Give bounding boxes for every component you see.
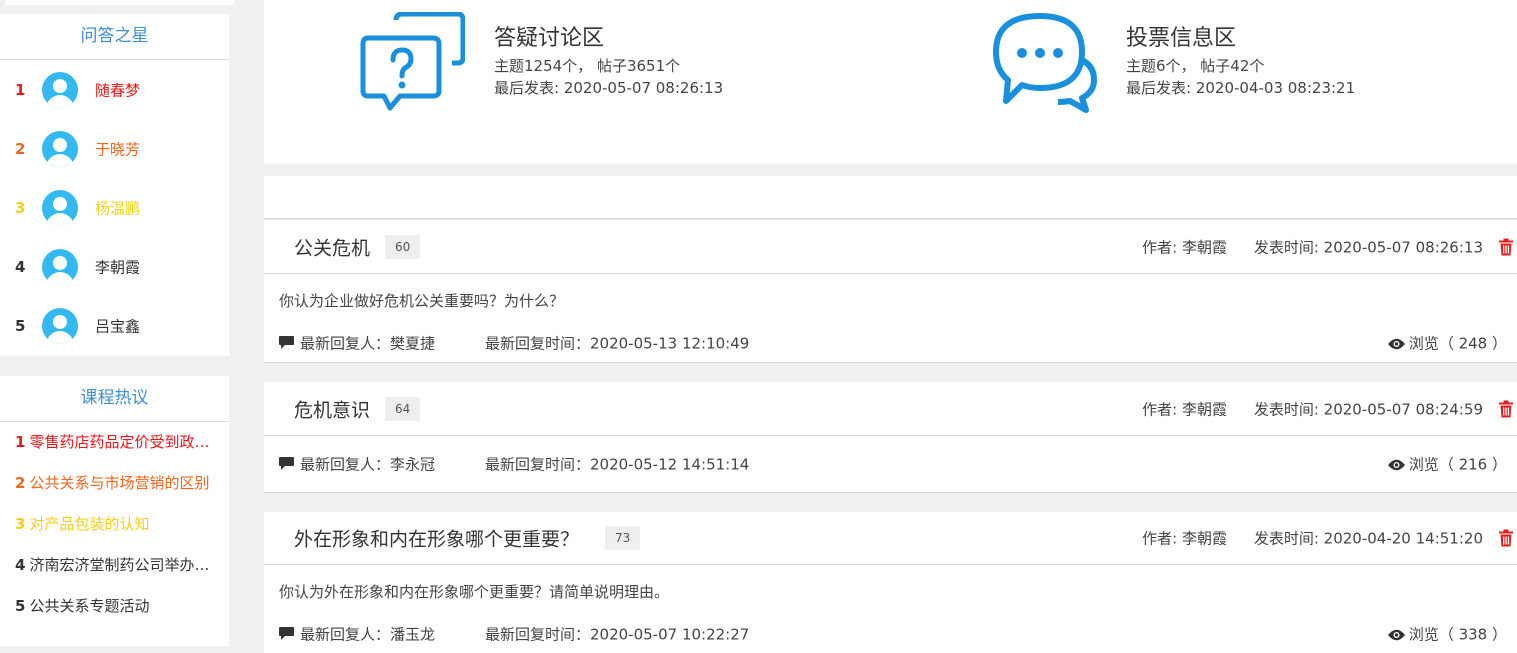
question-bubbles-icon bbox=[360, 12, 465, 111]
view-count: 浏览（ 248 ） bbox=[1387, 333, 1507, 354]
hot-topic-title[interactable]: 对产品包装的认知 bbox=[29, 515, 149, 533]
forum-title[interactable]: 答疑讨论区 bbox=[494, 20, 604, 52]
star-rank: 1 bbox=[15, 80, 26, 99]
avatar bbox=[42, 307, 78, 344]
star-name[interactable]: 李朝霞 bbox=[95, 256, 140, 277]
hot-topic-item[interactable]: 4 济南宏济堂制药公司举办活动 bbox=[0, 545, 215, 586]
trash-icon[interactable] bbox=[1499, 400, 1513, 417]
eye-icon bbox=[1387, 459, 1405, 471]
hot-topic-rank: 1 bbox=[15, 433, 26, 451]
post-title[interactable]: 外在形象和内在形象哪个更重要？ bbox=[294, 525, 579, 552]
star-name[interactable]: 吕宝鑫 bbox=[95, 315, 140, 336]
post-header: 公关危机 60 作者: 李朝霞 发表时间: 2020-05-07 08:26:1… bbox=[264, 220, 1517, 274]
trash-icon[interactable] bbox=[1499, 238, 1513, 255]
post-footer: 最新回复人：潘玉龙 最新回复时间：2020-05-07 10:22:27 浏览（… bbox=[264, 615, 1517, 653]
sidebar-top-strip bbox=[5, 0, 234, 5]
star-rank: 4 bbox=[15, 257, 26, 276]
hot-topic-rank: 2 bbox=[15, 474, 26, 492]
hot-topic-title[interactable]: 公共关系专题活动 bbox=[29, 597, 149, 615]
star-item[interactable]: 5 吕宝鑫 bbox=[0, 296, 229, 355]
forum-stats: 主题1254个， 帖子3651个 bbox=[494, 57, 681, 75]
hot-topics-title: 课程热议 bbox=[0, 376, 229, 422]
view-count-text: 浏览（ 338 ） bbox=[1408, 625, 1507, 644]
avatar bbox=[42, 130, 78, 167]
star-panel: 问答之星 1 随春梦 2 于晓芳 3 杨温鹏 4 李朝霞 5 吕宝鑫 bbox=[0, 14, 229, 356]
avatar bbox=[42, 71, 78, 108]
post-footer: 最新回复人：樊夏捷 最新回复时间：2020-05-13 12:10:49 浏览（… bbox=[264, 324, 1517, 362]
view-count-text: 浏览（ 216 ） bbox=[1408, 455, 1507, 474]
star-name[interactable]: 杨温鹏 bbox=[95, 197, 140, 218]
comment-icon bbox=[279, 457, 294, 470]
forum-title[interactable]: 投票信息区 bbox=[1126, 20, 1236, 52]
hot-topic-title[interactable]: 公共关系与市场营销的区别 bbox=[29, 474, 209, 492]
comment-icon bbox=[279, 336, 294, 349]
star-name[interactable]: 于晓芳 bbox=[95, 138, 140, 159]
latest-reply-user: 最新回复人：潘玉龙 bbox=[300, 625, 436, 644]
trash-icon[interactable] bbox=[1499, 529, 1513, 547]
post-reply-count: 73 bbox=[605, 526, 641, 550]
post-header: 外在形象和内在形象哪个更重要？ 73 作者: 李朝霞 发表时间: 2020-04… bbox=[264, 512, 1517, 565]
star-item[interactable]: 4 李朝霞 bbox=[0, 237, 229, 296]
post-time: 发表时间: 2020-04-20 14:51:20 bbox=[1253, 529, 1483, 548]
latest-reply-time: 最新回复时间：2020-05-07 10:22:27 bbox=[485, 625, 750, 644]
post-author: 作者: 李朝霞 bbox=[1142, 529, 1227, 548]
post-card: 危机意识 64 作者: 李朝霞 发表时间: 2020-05-07 08:24:5… bbox=[264, 382, 1517, 493]
avatar bbox=[42, 248, 78, 285]
latest-reply-user: 最新回复人：李永冠 bbox=[300, 455, 436, 474]
post-footer: 最新回复人：李永冠 最新回复时间：2020-05-12 14:51:14 浏览（… bbox=[264, 436, 1517, 492]
hot-topic-title[interactable]: 零售药店药品定价受到政府管控吗 bbox=[29, 433, 215, 451]
star-rank: 5 bbox=[15, 316, 26, 335]
post-list-header bbox=[264, 176, 1517, 219]
hot-topics-panel: 课程热议 1零售药店药品定价受到政府管控吗 2公共关系与市场营销的区别 3对产品… bbox=[0, 376, 229, 646]
hot-topic-item[interactable]: 2 公共关系与市场营销的区别 bbox=[0, 463, 215, 504]
view-count: 浏览（ 216 ） bbox=[1387, 454, 1507, 475]
latest-reply-user: 最新回复人：樊夏捷 bbox=[300, 334, 436, 353]
view-count: 浏览（ 338 ） bbox=[1387, 624, 1507, 645]
hot-topic-item[interactable]: 5 公共关系专题活动 bbox=[0, 586, 215, 627]
post-time: 发表时间: 2020-05-07 08:24:59 bbox=[1253, 400, 1483, 418]
hot-topic-rank: 5 bbox=[15, 597, 26, 615]
hot-topic-rank: 3 bbox=[15, 515, 26, 533]
post-card: 公关危机 60 作者: 李朝霞 发表时间: 2020-05-07 08:26:1… bbox=[264, 220, 1517, 363]
star-rank: 2 bbox=[15, 139, 26, 158]
avatar bbox=[42, 189, 78, 226]
comment-icon bbox=[279, 627, 294, 640]
hot-topic-item[interactable]: 3 对产品包装的认知 bbox=[0, 504, 215, 545]
forum-last-post: 最后发表: 2020-05-07 08:26:13 bbox=[494, 79, 724, 97]
forum-stats: 主题6个， 帖子42个 bbox=[1126, 57, 1265, 75]
post-reply-count: 64 bbox=[385, 396, 421, 421]
star-item[interactable]: 2 于晓芳 bbox=[0, 119, 229, 178]
post-card: 外在形象和内在形象哪个更重要？ 73 作者: 李朝霞 发表时间: 2020-04… bbox=[264, 512, 1517, 653]
eye-icon bbox=[1387, 338, 1405, 350]
post-title[interactable]: 公关危机 bbox=[294, 233, 370, 260]
star-item[interactable]: 1 随春梦 bbox=[0, 60, 229, 119]
post-title[interactable]: 危机意识 bbox=[294, 395, 370, 422]
star-rank: 3 bbox=[15, 198, 26, 217]
chat-bubbles-icon bbox=[993, 13, 1097, 113]
post-author: 作者: 李朝霞 bbox=[1142, 400, 1227, 418]
post-header: 危机意识 64 作者: 李朝霞 发表时间: 2020-05-07 08:24:5… bbox=[264, 382, 1517, 436]
latest-reply-time: 最新回复时间：2020-05-12 14:51:14 bbox=[485, 455, 750, 474]
forum-last-post: 最后发表: 2020-04-03 08:23:21 bbox=[1126, 79, 1356, 97]
post-body: 你认为企业做好危机公关重要吗？为什么？ bbox=[279, 292, 565, 310]
hot-topic-item[interactable]: 1零售药店药品定价受到政府管控吗 bbox=[0, 422, 215, 463]
post-reply-count: 60 bbox=[385, 234, 421, 259]
star-name[interactable]: 随春梦 bbox=[95, 79, 140, 100]
post-author: 作者: 李朝霞 bbox=[1142, 238, 1227, 256]
post-body: 你认为外在形象和内在形象哪个更重要？请简单说明理由。 bbox=[279, 583, 670, 601]
hot-topic-title[interactable]: 济南宏济堂制药公司举办活动 bbox=[29, 556, 215, 574]
post-time: 发表时间: 2020-05-07 08:26:13 bbox=[1253, 238, 1483, 256]
view-count-text: 浏览（ 248 ） bbox=[1408, 334, 1507, 353]
latest-reply-time: 最新回复时间：2020-05-13 12:10:49 bbox=[485, 334, 750, 353]
eye-icon bbox=[1387, 629, 1405, 641]
star-panel-title: 问答之星 bbox=[0, 14, 229, 60]
hot-topic-rank: 4 bbox=[15, 556, 26, 574]
forum-sections: 答疑讨论区 主题1254个， 帖子3651个 最后发表: 2020-05-07 … bbox=[264, 0, 1517, 164]
star-item[interactable]: 3 杨温鹏 bbox=[0, 178, 229, 237]
